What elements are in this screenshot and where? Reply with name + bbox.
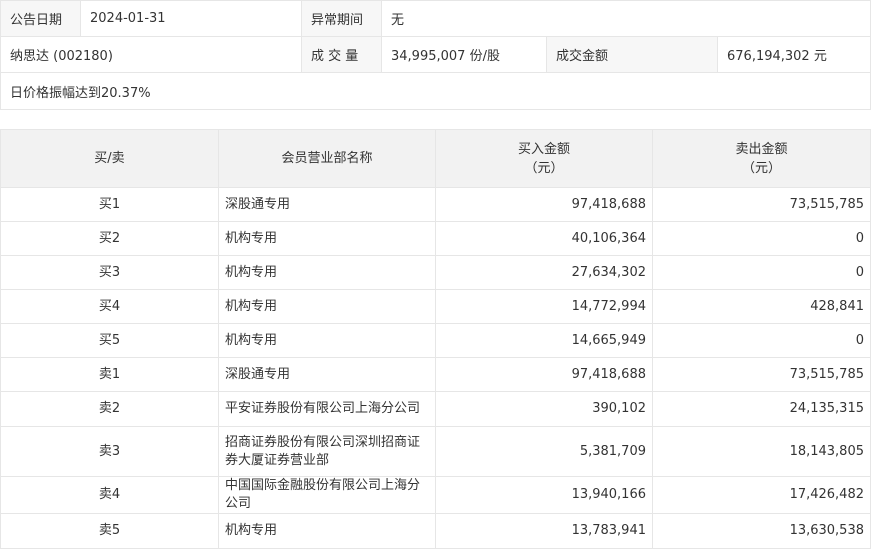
row-branch-name: 机构专用 bbox=[218, 289, 436, 324]
row-side: 卖2 bbox=[0, 391, 219, 427]
row-side: 买3 bbox=[0, 255, 219, 290]
stock-info-table: 公告日期 2024-01-31 异常期间 无 纳思达 (002180) 成 交 … bbox=[0, 0, 871, 110]
abnormal-period-label: 异常期间 bbox=[301, 0, 382, 37]
row-side: 买1 bbox=[0, 187, 219, 222]
row-buy-amount: 27,634,302 bbox=[435, 255, 653, 290]
row-buy-amount: 40,106,364 bbox=[435, 221, 653, 256]
row-side: 卖4 bbox=[0, 476, 219, 514]
table-header-row: 买/卖 会员营业部名称 买入金额 （元） 卖出金额 （元） bbox=[0, 129, 871, 188]
row-sell-amount: 428,841 bbox=[652, 289, 871, 324]
row-buy-amount: 13,783,941 bbox=[435, 513, 653, 549]
row-side: 买5 bbox=[0, 323, 219, 358]
table-row: 买4 机构专用 14,772,994 428,841 bbox=[0, 289, 871, 324]
row-sell-amount: 73,515,785 bbox=[652, 357, 871, 392]
row-buy-amount: 13,940,166 bbox=[435, 476, 653, 514]
header-sell-amount: 卖出金额 （元） bbox=[652, 129, 871, 188]
table-row: 卖3 招商证券股份有限公司深圳招商证券大厦证券营业部 5,381,709 18,… bbox=[0, 426, 871, 477]
header-branch-name: 会员营业部名称 bbox=[218, 129, 436, 188]
row-sell-amount: 17,426,482 bbox=[652, 476, 871, 514]
row-sell-amount: 0 bbox=[652, 255, 871, 290]
row-branch-name: 招商证券股份有限公司深圳招商证券大厦证券营业部 bbox=[218, 426, 436, 477]
row-sell-amount: 13,630,538 bbox=[652, 513, 871, 549]
table-row: 买1 深股通专用 97,418,688 73,515,785 bbox=[0, 187, 871, 222]
row-branch-name: 深股通专用 bbox=[218, 187, 436, 222]
amount-label: 成交金额 bbox=[546, 36, 718, 73]
row-buy-amount: 97,418,688 bbox=[435, 187, 653, 222]
table-row: 卖5 机构专用 13,783,941 13,630,538 bbox=[0, 513, 871, 549]
table-row: 卖1 深股通专用 97,418,688 73,515,785 bbox=[0, 357, 871, 392]
row-side: 卖5 bbox=[0, 513, 219, 549]
row-branch-name: 中国国际金融股份有限公司上海分公司 bbox=[218, 476, 436, 514]
row-buy-amount: 390,102 bbox=[435, 391, 653, 427]
reason-text: 日价格振幅达到20.37% bbox=[0, 72, 871, 110]
amount-value: 676,194,302 元 bbox=[717, 36, 871, 73]
row-branch-name: 机构专用 bbox=[218, 323, 436, 358]
row-side: 买2 bbox=[0, 221, 219, 256]
header-buy-amount: 买入金额 （元） bbox=[435, 129, 653, 188]
announce-date-label: 公告日期 bbox=[0, 0, 81, 37]
row-branch-name: 深股通专用 bbox=[218, 357, 436, 392]
table-row: 买5 机构专用 14,665,949 0 bbox=[0, 323, 871, 358]
row-buy-amount: 5,381,709 bbox=[435, 426, 653, 477]
abnormal-period-value: 无 bbox=[381, 0, 871, 37]
row-side: 买4 bbox=[0, 289, 219, 324]
row-buy-amount: 14,772,994 bbox=[435, 289, 653, 324]
row-sell-amount: 18,143,805 bbox=[652, 426, 871, 477]
table-row: 买2 机构专用 40,106,364 0 bbox=[0, 221, 871, 256]
row-branch-name: 机构专用 bbox=[218, 221, 436, 256]
table-row: 卖4 中国国际金融股份有限公司上海分公司 13,940,166 17,426,4… bbox=[0, 476, 871, 514]
row-branch-name: 机构专用 bbox=[218, 513, 436, 549]
row-sell-amount: 0 bbox=[652, 323, 871, 358]
table-row: 卖2 平安证券股份有限公司上海分公司 390,102 24,135,315 bbox=[0, 391, 871, 427]
row-branch-name: 平安证券股份有限公司上海分公司 bbox=[218, 391, 436, 427]
row-side: 卖1 bbox=[0, 357, 219, 392]
row-branch-name: 机构专用 bbox=[218, 255, 436, 290]
header-side: 买/卖 bbox=[0, 129, 219, 188]
table-row: 买3 机构专用 27,634,302 0 bbox=[0, 255, 871, 290]
volume-value: 34,995,007 份/股 bbox=[381, 36, 547, 73]
row-buy-amount: 14,665,949 bbox=[435, 323, 653, 358]
volume-label: 成 交 量 bbox=[301, 36, 382, 73]
row-sell-amount: 73,515,785 bbox=[652, 187, 871, 222]
stock-name: 纳思达 (002180) bbox=[0, 36, 302, 73]
row-sell-amount: 24,135,315 bbox=[652, 391, 871, 427]
row-sell-amount: 0 bbox=[652, 221, 871, 256]
trading-seats-table: 买/卖 会员营业部名称 买入金额 （元） 卖出金额 （元） 买1 深股通专用 97,… bbox=[0, 129, 871, 549]
row-buy-amount: 97,418,688 bbox=[435, 357, 653, 392]
row-side: 卖3 bbox=[0, 426, 219, 477]
announce-date-value: 2024-01-31 bbox=[80, 0, 302, 37]
